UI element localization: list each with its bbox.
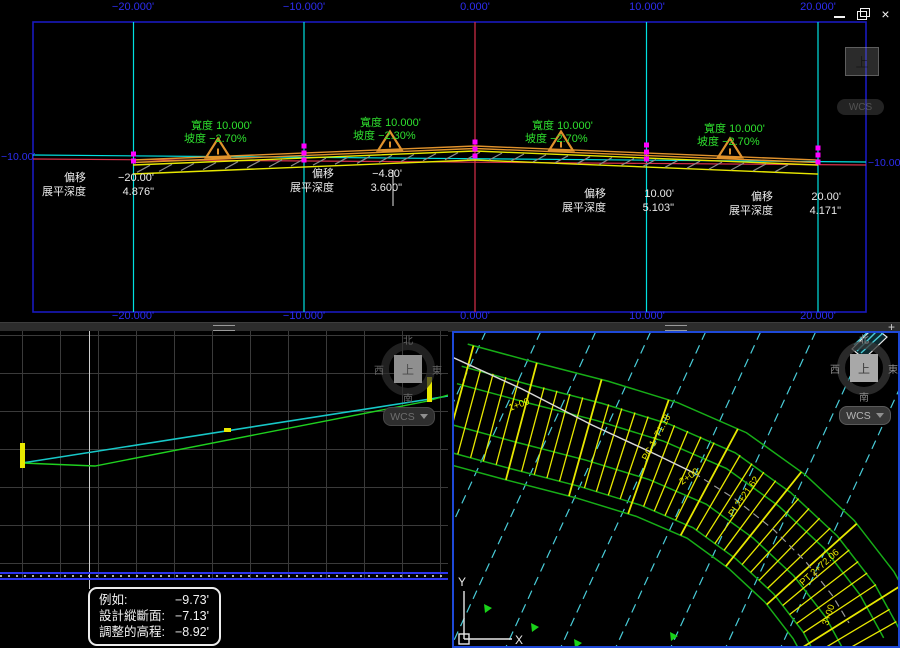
pavement-hatch	[180, 162, 195, 172]
grip-marker	[301, 150, 307, 156]
viewcube-south-label[interactable]: 南	[859, 389, 869, 404]
ruler-label: 20.000'	[800, 310, 836, 322]
grip-marker	[472, 153, 478, 159]
corridor-section-tick	[457, 370, 482, 455]
lane-annotation: 寬度 10.000' 坡度 −2.30%	[353, 117, 421, 142]
viewcube[interactable]: 北 西 東 南 上 WCS	[370, 335, 446, 427]
viewcube[interactable]: 北 西 東 南 上 WCS	[826, 334, 900, 426]
wcs-dropdown[interactable]: WCS	[383, 407, 435, 426]
viewcube-east-label[interactable]: 東	[432, 362, 442, 377]
elevation-tooltip: 例如: −9.73' 設計縱斷面: −7.13' 調整的高程: −8.92'	[88, 587, 221, 646]
grip-marker	[815, 145, 821, 151]
grip-marker	[301, 143, 307, 149]
pavement-hatch	[752, 163, 767, 172]
section-canvas[interactable]	[0, 0, 900, 322]
corridor-section-tick	[469, 373, 494, 458]
profile-marker	[224, 428, 231, 432]
chevron-down-icon	[419, 414, 428, 419]
corridor-edge-line	[454, 452, 812, 646]
grip-marker	[472, 139, 478, 145]
grip-marker	[644, 142, 649, 148]
offset-annotation: 偏移 −4.80' 展平深度 3.600"	[290, 168, 402, 194]
ruler-label: 0.000'	[460, 1, 490, 13]
pavement-hatch	[202, 162, 217, 171]
ruler-label: −10.000'	[282, 310, 326, 322]
grip-marker	[131, 151, 136, 157]
ruler-label: −20.000'	[111, 310, 155, 322]
window-controls: ×	[833, 7, 892, 21]
ruler-label: 10.000'	[629, 310, 665, 322]
restore-icon[interactable]	[856, 8, 870, 20]
contour-arrow	[574, 639, 582, 646]
ucs-x-label: X	[515, 633, 523, 646]
lane-annotation: 寬度 10.000' 坡度 −2.70%	[184, 120, 252, 145]
corridor-section-tick	[568, 379, 603, 497]
viewcube-north-label[interactable]: 北	[403, 332, 413, 347]
ruler-label: −10.000'	[282, 1, 326, 13]
minimize-icon[interactable]	[833, 8, 846, 20]
viewcube-west-label[interactable]: 西	[830, 361, 840, 376]
pavement-hatch	[686, 160, 701, 169]
ruler-label: 10.000'	[629, 1, 665, 13]
pavement-hatch	[224, 161, 239, 170]
chevron-down-icon	[875, 413, 884, 418]
station-label: 3+00	[820, 603, 837, 627]
contour-line	[454, 333, 596, 642]
viewcube-north-label[interactable]: 北	[859, 331, 869, 346]
elevation-label-left: −10.00'	[1, 151, 36, 163]
corridor-section-tick	[495, 380, 520, 465]
elevation-label-right: −10.00'	[868, 157, 900, 169]
pavement-hatch	[246, 160, 261, 169]
viewcube-east-label[interactable]: 東	[888, 361, 898, 376]
ucs-y-label: Y	[458, 575, 466, 589]
offset-annotation: 偏移 −20.00' 展平深度 4.876"	[42, 172, 154, 198]
grip-marker	[644, 149, 649, 155]
wcs-dropdown[interactable]: WCS	[839, 406, 891, 425]
grip-marker	[815, 152, 821, 158]
corridor-section-tick	[482, 377, 507, 462]
viewcube-top-face[interactable]: 上	[394, 355, 422, 383]
alignment-centerline	[454, 357, 695, 474]
pavement-hatch	[158, 163, 173, 172]
pavement-hatch	[774, 164, 789, 173]
grip-marker	[131, 158, 136, 164]
viewcube-west-label[interactable]: 西	[374, 362, 384, 377]
offset-annotation: 偏移 10.00' 展平深度 5.103"	[562, 188, 674, 214]
viewcube-south-label[interactable]: 南	[403, 390, 413, 405]
section-frame	[32, 21, 867, 313]
contour-arrow	[531, 623, 539, 632]
wcs-dropdown-dim[interactable]: WCS	[837, 99, 884, 115]
pavement-hatch	[532, 154, 547, 163]
grip-marker	[301, 157, 307, 163]
contour-arrow	[484, 604, 492, 613]
profile-viewport[interactable]: 例如: −9.73' 設計縱斷面: −7.13' 調整的高程: −8.92' 北 西 …	[0, 331, 448, 648]
ruler-label: 0.000'	[460, 310, 490, 322]
ruler-label: −20.000'	[111, 1, 155, 13]
pavement-hatch	[510, 153, 525, 162]
corridor-section-tick	[583, 404, 610, 489]
section-viewport[interactable]: −20.000' −10.000' 0.000' 10.000' 20.000'…	[0, 0, 900, 322]
viewcube-top-face-dim[interactable]: 上	[845, 47, 879, 76]
corridor-section-tick	[533, 390, 558, 475]
plan-viewport[interactable]: 1+00 PC 1+71.18 2+00 PI 2+21.62 PT 2+72.06 3+…	[452, 331, 900, 648]
profile-marker	[20, 443, 25, 468]
close-icon[interactable]: ×	[879, 7, 892, 21]
grip-marker	[472, 146, 478, 152]
corridor-section-tick	[505, 362, 538, 481]
corridor-section-tick	[851, 621, 897, 646]
pavement-hatch	[708, 161, 723, 170]
viewcube-top-face[interactable]: 上	[850, 354, 878, 382]
grip-marker	[815, 159, 821, 165]
grip-marker	[644, 156, 649, 162]
offset-annotation: 偏移 20.00' 展平深度 4.171"	[729, 191, 841, 217]
pavement-hatch	[422, 153, 437, 162]
lane-annotation: 寬度 10.000' 坡度 −2.70%	[697, 123, 765, 148]
corridor-section-tick	[546, 393, 571, 479]
lane-annotation: 寬度 10.000' 坡度 −2.70%	[525, 120, 593, 145]
contour-line	[454, 333, 486, 403]
